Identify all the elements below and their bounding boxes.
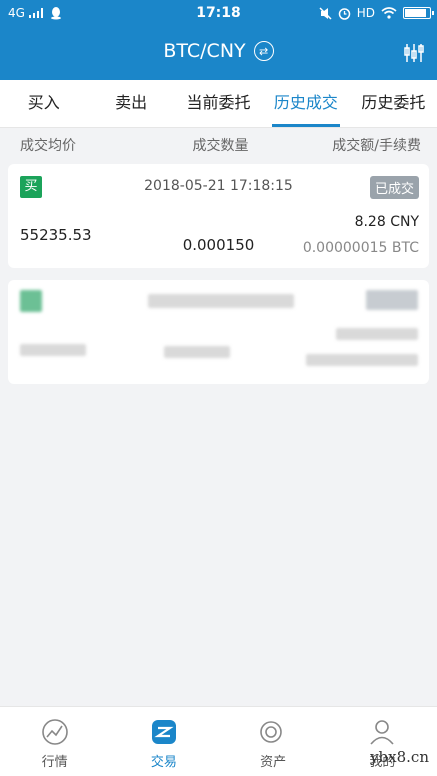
- tab-sell[interactable]: 卖出: [87, 80, 174, 127]
- status-bar: 4G 17:18 HD: [0, 0, 437, 28]
- nav-assets[interactable]: 资产: [219, 707, 328, 776]
- kline-settings-icon[interactable]: [403, 42, 425, 64]
- col-amount-fee: 成交额/手续费: [332, 138, 422, 154]
- col-quantity: 成交数量: [192, 138, 249, 154]
- nav-market-label: 行情: [41, 755, 68, 770]
- nav-assets-label: 资产: [260, 755, 287, 770]
- tab-buy[interactable]: 买入: [0, 80, 87, 127]
- bottom-nav: 行情 交易 资产 我的 ybx8.cn: [0, 706, 437, 776]
- wifi-icon: [381, 7, 397, 19]
- swap-pair-icon[interactable]: ⇄: [253, 41, 274, 61]
- col-avg-price: 成交均价: [20, 138, 76, 154]
- blurred-quantity: [164, 346, 230, 358]
- nav-trade-label: 交易: [150, 755, 177, 770]
- watermark: ybx8.cn: [370, 748, 429, 766]
- tab-open-orders[interactable]: 当前委托: [175, 80, 262, 127]
- trade-card-blurred[interactable]: [8, 280, 429, 384]
- trade-fee: 0.00000015 BTC: [302, 240, 419, 256]
- assets-coin-icon: [260, 721, 282, 743]
- market-chart-icon: [41, 719, 68, 745]
- blurred-avg-price: [20, 344, 86, 356]
- trade-amount: 8.28 CNY: [354, 214, 419, 230]
- blurred-status: [366, 290, 418, 310]
- title-bar: BTC/CNY ⇄: [0, 28, 437, 80]
- blurred-datetime: [148, 294, 294, 308]
- nav-market[interactable]: 行情: [0, 707, 109, 776]
- blurred-fee: [306, 354, 418, 366]
- mute-icon: [319, 6, 332, 20]
- battery-icon: [403, 7, 434, 19]
- tab-trade-history[interactable]: 历史成交: [262, 80, 349, 127]
- nav-trade[interactable]: 交易: [109, 707, 218, 776]
- trade-card[interactable]: 买 2018-05-21 17:18:15 已成交 55235.53 0.000…: [8, 164, 429, 268]
- trade-datetime: 2018-05-21 17:18:15: [144, 178, 293, 194]
- alarm-icon: [338, 7, 350, 20]
- column-headers: 成交均价 成交数量 成交额/手续费: [0, 128, 437, 162]
- trade-icon: [151, 720, 176, 744]
- blurred-amount: [336, 328, 418, 340]
- blurred-type-badge: [20, 290, 42, 312]
- trade-tabs: 买入 卖出 当前委托 历史成交 历史委托: [0, 80, 437, 128]
- hd-label: HD: [356, 6, 375, 20]
- status-badge: 已成交: [369, 176, 419, 199]
- profile-icon: [370, 720, 394, 745]
- page-title: BTC/CNY: [163, 40, 246, 62]
- tab-order-history[interactable]: 历史委托: [350, 80, 437, 127]
